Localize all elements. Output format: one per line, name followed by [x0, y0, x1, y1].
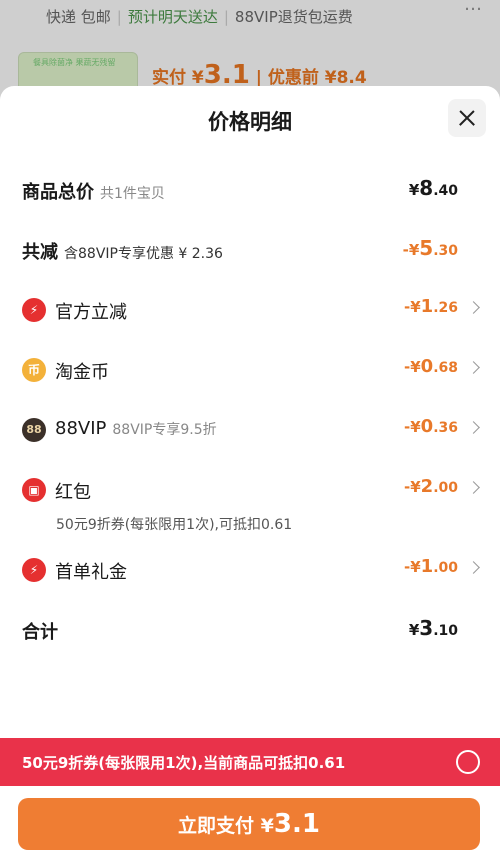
row-sub: 含88VIP专享优惠 ¥ 2.36	[64, 246, 223, 262]
row-label: 共减	[22, 242, 58, 263]
row-sum: 合计 ¥3.10	[0, 610, 500, 650]
row-amount: ¥3.10	[408, 616, 458, 640]
row-label: 红包	[55, 482, 91, 503]
row-label: 商品总价	[22, 182, 94, 203]
chevron-right-icon	[467, 561, 480, 574]
row-amount: -¥0.68	[403, 356, 458, 377]
coupon-banner-text: 50元9折券(每张限用1次),当前商品可抵扣0.61	[22, 754, 346, 772]
row-sub: 88VIP专享9.5折	[112, 422, 217, 438]
chevron-right-icon	[467, 481, 480, 494]
delivery-text: 预计明天送达	[127, 8, 218, 26]
lightning-icon: ⚡	[22, 558, 46, 582]
price-detail-sheet: 价格明细 商品总价 共1件宝贝 ¥8.40 共减 含88VIP专享优惠 ¥ 2.36…	[0, 86, 500, 858]
row-official-discount[interactable]: ⚡ 官方立减 -¥1.26	[0, 290, 500, 330]
row-first-order-gift[interactable]: ⚡ 首单礼金 -¥1.00	[0, 550, 500, 590]
row-label: 淘金币	[55, 362, 109, 383]
lightning-icon: ⚡	[22, 298, 46, 322]
row-total-discount: 共减 含88VIP专享优惠 ¥ 2.36 -¥5.30	[0, 230, 500, 270]
return-note: 88VIP退货包运费	[234, 8, 353, 26]
row-amount: -¥1.26	[403, 296, 458, 317]
shipping-text: 快递 包邮	[46, 8, 111, 26]
row-red-envelope[interactable]: ▣ 红包 -¥2.00	[0, 470, 500, 510]
row-label: 88VIP	[55, 418, 107, 439]
close-icon[interactable]	[448, 99, 486, 137]
vip88-icon: 88	[22, 418, 46, 442]
row-label: 合计	[22, 622, 58, 643]
red-envelope-icon: ▣	[22, 478, 46, 502]
row-amount: -¥1.00	[403, 556, 458, 577]
row-label: 首单礼金	[55, 562, 127, 583]
row-88vip[interactable]: 88 88VIP 88VIP专享9.5折 -¥0.36	[0, 410, 500, 450]
row-label: 官方立减	[55, 302, 127, 323]
sheet-title: 价格明细	[208, 110, 292, 134]
row-taobao-coin[interactable]: 币 淘金币 -¥0.68	[0, 350, 500, 390]
row-amount: -¥2.00	[403, 476, 458, 497]
pay-label: 立即支付 ¥	[178, 815, 274, 837]
red-envelope-note: 50元9折券(每张限用1次),可抵扣0.61	[56, 517, 293, 533]
row-amount: ¥8.40	[408, 176, 458, 200]
shipping-info: 快递 包邮 | 预计明天送达 | 88VIP退货包运费	[46, 8, 353, 26]
chevron-right-icon	[467, 361, 480, 374]
row-amount: -¥5.30	[402, 236, 458, 260]
row-total-price: 商品总价 共1件宝贝 ¥8.40	[0, 170, 500, 210]
coupon-banner[interactable]: 50元9折券(每张限用1次),当前商品可抵扣0.61	[0, 738, 500, 786]
pay-now-button[interactable]: 立即支付 ¥3.1	[18, 798, 480, 850]
more-dots-icon: …	[464, 0, 482, 15]
chevron-right-icon	[467, 421, 480, 434]
row-amount: -¥0.36	[403, 416, 458, 437]
coin-icon: 币	[22, 358, 46, 382]
chevron-right-icon	[467, 301, 480, 314]
row-sub: 共1件宝贝	[100, 186, 165, 202]
coupon-radio[interactable]	[456, 750, 480, 774]
pay-value: 3.1	[273, 809, 320, 839]
